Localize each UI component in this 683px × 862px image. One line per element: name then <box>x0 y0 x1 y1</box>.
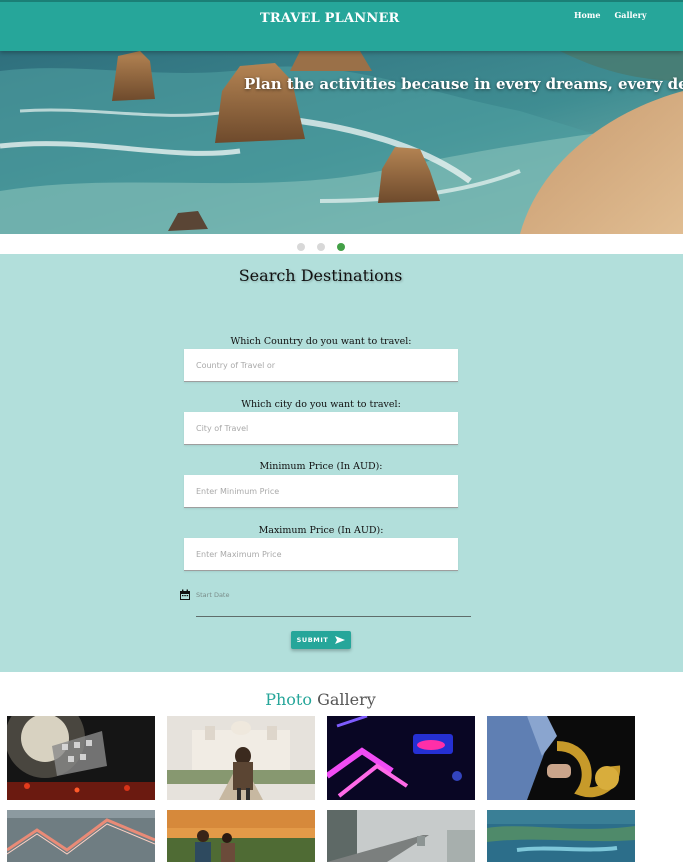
search-section: Search Destinations Which Country do you… <box>0 254 683 672</box>
search-title: Search Destinations <box>238 266 403 285</box>
nav-gallery-link[interactable]: Gallery <box>614 10 646 20</box>
city-input[interactable] <box>184 412 458 445</box>
calendar-icon <box>180 589 190 600</box>
sunset-people-photo <box>167 810 315 862</box>
carousel-dot-3[interactable] <box>337 243 345 251</box>
gallery-photo-saxophone[interactable] <box>487 716 635 800</box>
concert-photo <box>7 716 155 800</box>
start-date-group <box>179 589 471 619</box>
gallery-photo-stairs[interactable] <box>7 810 155 862</box>
gallery-title-accent: Photo <box>265 690 312 709</box>
nav-links: Home Gallery <box>574 10 647 20</box>
neon-lights-photo <box>327 716 475 800</box>
gallery-photo-sunset[interactable] <box>167 810 315 862</box>
carousel-dot-1[interactable] <box>297 243 305 251</box>
hero-slider[interactable]: Plan the activities because in every dre… <box>0 51 683 234</box>
carousel-dot-2[interactable] <box>317 243 325 251</box>
gallery-photo-neon[interactable] <box>327 716 475 800</box>
saxophone-photo <box>487 716 635 800</box>
carousel-indicators <box>0 243 683 251</box>
submit-button[interactable]: SUBMIT <box>291 631 351 649</box>
max-price-label: Maximum Price (In AUD): <box>258 525 384 536</box>
gallery-photo-concert[interactable] <box>7 716 155 800</box>
hero-caption: Plan the activities because in every dre… <box>244 75 683 93</box>
submit-label: SUBMIT <box>296 636 329 644</box>
gallery-photo-lake[interactable] <box>487 810 635 862</box>
foggy-road-photo <box>327 810 475 862</box>
gallery-title: Photo Gallery <box>0 690 641 709</box>
lake-town-photo <box>487 810 635 862</box>
city-label: Which city do you want to travel: <box>241 399 401 410</box>
max-price-input[interactable] <box>184 538 458 571</box>
gallery-title-rest: Gallery <box>317 690 376 709</box>
top-nav-bar: TRAVEL PLANNER Home Gallery <box>0 0 683 51</box>
stairs-photo <box>7 810 155 862</box>
min-price-label: Minimum Price (In AUD): <box>259 461 383 472</box>
brand-logo[interactable]: TRAVEL PLANNER <box>260 11 400 26</box>
gallery-photo-foggy-road[interactable] <box>327 810 475 862</box>
country-input[interactable] <box>184 349 458 382</box>
send-icon <box>335 636 346 644</box>
min-price-input[interactable] <box>184 475 458 508</box>
country-label: Which Country do you want to travel: <box>230 336 412 347</box>
nav-home-link[interactable]: Home <box>574 10 600 20</box>
palace-photo <box>167 716 315 800</box>
start-date-input[interactable] <box>196 589 471 617</box>
gallery-photo-palace[interactable] <box>167 716 315 800</box>
